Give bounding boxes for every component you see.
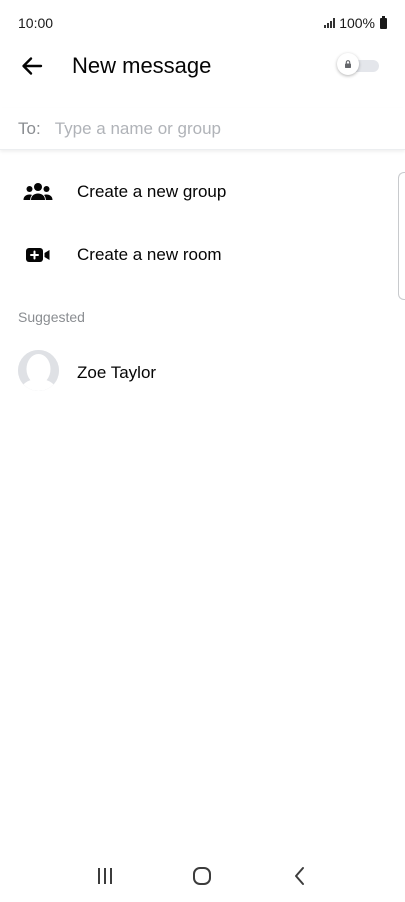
secret-conversation-toggle[interactable] <box>337 53 380 75</box>
create-group-label: Create a new group <box>77 182 227 201</box>
nav-back-button[interactable] <box>280 856 320 896</box>
avatar-placeholder-icon <box>18 350 59 391</box>
recents-button[interactable] <box>85 856 125 896</box>
recipient-row: To: <box>0 108 405 150</box>
recents-icon <box>97 868 112 884</box>
lock-icon <box>345 60 351 68</box>
group-icon <box>22 176 54 208</box>
page-title: New message <box>72 53 212 78</box>
status-indicators: 100% <box>324 15 387 31</box>
video-add-icon <box>22 239 54 271</box>
contact-row[interactable]: Zoe Taylor <box>0 350 405 394</box>
recipient-search-input[interactable] <box>54 118 335 139</box>
suggested-heading: Suggested <box>18 309 85 325</box>
create-room-label: Create a new room <box>77 245 222 264</box>
avatar <box>18 350 59 391</box>
battery-level: 100% <box>339 15 375 31</box>
arrow-left-icon <box>22 57 43 75</box>
new-message-screen: 10:00 100% New message To: Type a name o… <box>0 0 405 902</box>
battery-icon <box>380 15 387 29</box>
back-button[interactable] <box>18 52 46 80</box>
to-label: To: <box>18 118 41 138</box>
system-nav-bar <box>0 850 405 902</box>
status-bar: 10:00 100% <box>0 0 405 46</box>
status-time: 10:00 <box>18 15 54 31</box>
contact-name: Zoe Taylor <box>77 363 157 382</box>
signal-icon <box>324 18 336 28</box>
toggle-knob <box>337 53 359 75</box>
header: New message <box>0 46 405 86</box>
create-room-button[interactable]: Create a new room <box>0 229 405 281</box>
back-icon <box>295 867 305 885</box>
create-group-button[interactable]: Create a new group <box>0 166 405 218</box>
home-button[interactable] <box>182 856 222 896</box>
scroll-handle[interactable] <box>398 172 405 300</box>
home-icon <box>193 867 212 885</box>
